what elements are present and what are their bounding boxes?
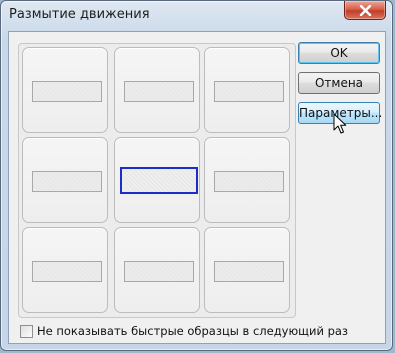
ok-button[interactable]: OK xyxy=(298,42,380,64)
preview-cell-6[interactable] xyxy=(204,137,290,223)
preview-thumbnail-selected xyxy=(120,167,198,194)
preview-cell-3[interactable] xyxy=(204,47,290,133)
preview-thumbnail xyxy=(214,81,284,102)
cancel-button[interactable]: Отмена xyxy=(298,72,380,94)
preview-cell-8[interactable] xyxy=(114,227,200,313)
dont-show-previews-label[interactable]: Не показывать быстрые образцы в следующи… xyxy=(37,323,348,339)
preview-cell-1[interactable] xyxy=(22,47,108,133)
preview-cell-2[interactable] xyxy=(114,47,200,133)
close-icon xyxy=(359,5,372,16)
dialog-client-area: OK Отмена Параметры... Не показывать быс… xyxy=(8,31,386,344)
preview-thumbnail xyxy=(32,81,102,102)
preview-thumbnail xyxy=(32,261,102,282)
close-button[interactable] xyxy=(344,1,386,20)
preview-thumbnail xyxy=(124,81,194,102)
preview-cell-4[interactable] xyxy=(22,137,108,223)
title-bar[interactable]: Размытие движения xyxy=(1,1,392,31)
dont-show-previews-checkbox[interactable] xyxy=(20,325,33,338)
mouse-pointer-icon xyxy=(333,113,347,134)
motion-blur-dialog: Размытие движения OK Отмена Параметры...… xyxy=(0,0,393,351)
preview-cell-5-selected[interactable] xyxy=(114,137,200,223)
window-title: Размытие движения xyxy=(9,7,150,22)
preview-cell-7[interactable] xyxy=(22,227,108,313)
preview-cell-9[interactable] xyxy=(204,227,290,313)
preview-thumbnail xyxy=(214,261,284,282)
preview-thumbnail xyxy=(214,171,284,192)
preview-grid xyxy=(18,43,296,318)
preview-thumbnail xyxy=(32,171,102,192)
preview-thumbnail xyxy=(124,261,194,282)
